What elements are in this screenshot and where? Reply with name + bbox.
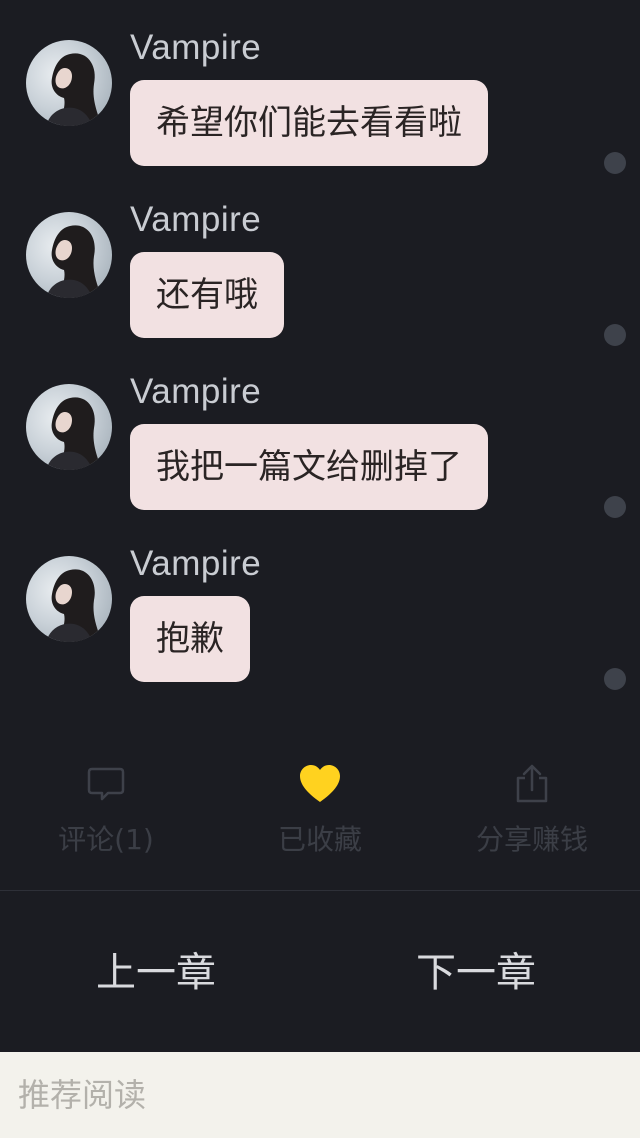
chat-message: Vampire 还有哦: [0, 172, 640, 338]
chat-list: Vampire 希望你们能去看看啦 Vampire 还有哦 Vampire 我把…: [0, 0, 640, 720]
share-icon: [512, 764, 552, 808]
sender-name: Vampire: [130, 200, 262, 239]
sender-name: Vampire: [130, 28, 262, 67]
comment-button[interactable]: 评论(1): [6, 748, 206, 878]
action-bar: 评论(1) 已收藏 分享赚钱: [0, 748, 640, 888]
divider: [0, 890, 640, 891]
share-button[interactable]: 分享赚钱: [432, 748, 632, 878]
scroll-dot: [604, 324, 626, 346]
comment-icon: [86, 764, 126, 808]
message-bubble[interactable]: 抱歉: [130, 596, 250, 682]
scroll-dot: [604, 496, 626, 518]
favorite-label: 已收藏: [277, 823, 362, 856]
chat-message: Vampire 我把一篇文给删掉了: [0, 344, 640, 510]
comment-label: 评论(1): [58, 823, 154, 856]
avatar[interactable]: [26, 212, 112, 298]
next-chapter-button[interactable]: 下一章: [416, 940, 536, 998]
message-bubble[interactable]: 希望你们能去看看啦: [130, 80, 488, 166]
sender-name: Vampire: [130, 372, 262, 411]
recommend-section: 推荐阅读: [0, 1052, 640, 1138]
avatar[interactable]: [26, 556, 112, 642]
message-bubble[interactable]: 还有哦: [130, 252, 284, 338]
message-bubble[interactable]: 我把一篇文给删掉了: [130, 424, 488, 510]
scroll-dot: [604, 668, 626, 690]
sender-name: Vampire: [130, 544, 262, 583]
heart-icon: [298, 764, 342, 808]
chat-message: Vampire 希望你们能去看看啦: [0, 0, 640, 166]
scroll-dot: [604, 152, 626, 174]
favorite-button[interactable]: 已收藏: [220, 748, 420, 878]
recommend-title: 推荐阅读: [18, 1076, 147, 1114]
prev-chapter-button[interactable]: 上一章: [96, 940, 216, 998]
chat-message: Vampire 抱歉: [0, 516, 640, 682]
avatar[interactable]: [26, 384, 112, 470]
share-label: 分享赚钱: [475, 823, 588, 856]
avatar[interactable]: [26, 40, 112, 126]
